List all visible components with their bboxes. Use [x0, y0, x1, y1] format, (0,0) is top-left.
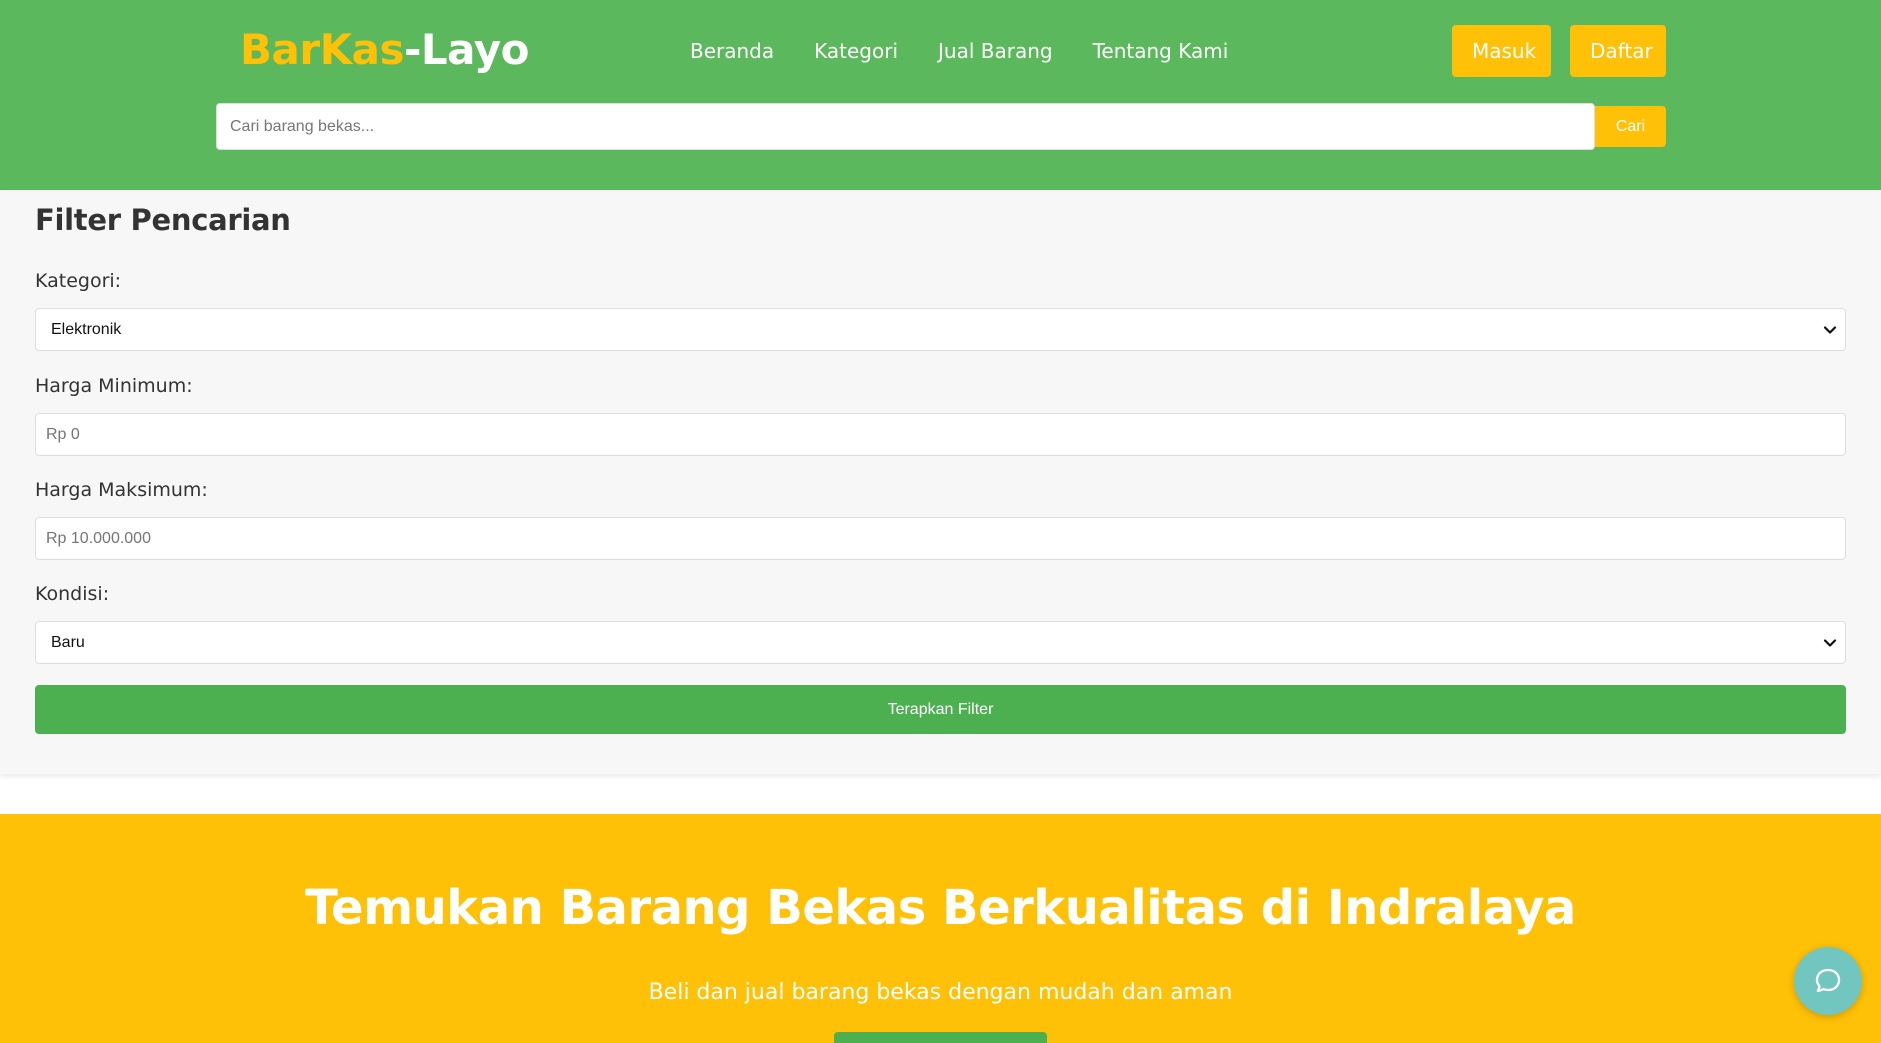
condition-select[interactable]: Baru — [35, 621, 1846, 664]
hero-title: Temukan Barang Bekas Berkualitas di Indr… — [305, 880, 1576, 936]
search-input[interactable] — [216, 103, 1595, 150]
search-bar: Cari — [216, 103, 1666, 150]
nav-link-jual-barang[interactable]: Jual Barang — [938, 39, 1053, 63]
logo-part-barkas: BarKas — [240, 25, 404, 74]
register-button[interactable]: Daftar — [1570, 25, 1666, 77]
condition-label: Kondisi: — [35, 583, 110, 605]
hero-cta-button[interactable] — [834, 1032, 1047, 1043]
main-nav: Beranda Kategori Jual Barang Tentang Kam… — [690, 34, 1228, 68]
chevron-down-icon — [1823, 326, 1837, 334]
chevron-down-icon — [1823, 639, 1837, 647]
hero-banner: Temukan Barang Bekas Berkualitas di Indr… — [0, 814, 1881, 1043]
logo-part-layo: -Layo — [403, 25, 529, 74]
nav-link-kategori[interactable]: Kategori — [814, 39, 898, 63]
apply-filter-button[interactable]: Terapkan Filter — [35, 685, 1846, 734]
min-price-input[interactable] — [35, 413, 1846, 456]
condition-selected-value: Baru — [51, 633, 85, 651]
chat-button[interactable] — [1794, 947, 1862, 1015]
max-price-input[interactable] — [35, 517, 1846, 560]
site-logo[interactable]: BarKas-Layo — [240, 24, 529, 76]
search-button[interactable]: Cari — [1595, 106, 1666, 147]
login-button[interactable]: Masuk — [1452, 25, 1551, 77]
site-header: BarKas-Layo Beranda Kategori Jual Barang… — [0, 0, 1881, 190]
min-price-label: Harga Minimum: — [35, 375, 193, 397]
category-selected-value: Elektronik — [51, 320, 122, 338]
hero-subtitle: Beli dan jual barang bekas dengan mudah … — [648, 980, 1233, 1005]
filter-title: Filter Pencarian — [35, 203, 291, 237]
category-label: Kategori: — [35, 270, 122, 292]
nav-link-beranda[interactable]: Beranda — [690, 39, 774, 63]
nav-link-tentang-kami[interactable]: Tentang Kami — [1093, 39, 1229, 63]
filter-section: Filter Pencarian Kategori: Elektronik Ha… — [0, 190, 1881, 774]
category-select[interactable]: Elektronik — [35, 308, 1846, 351]
chat-bubble-icon — [1815, 968, 1841, 993]
max-price-label: Harga Maksimum: — [35, 479, 208, 501]
